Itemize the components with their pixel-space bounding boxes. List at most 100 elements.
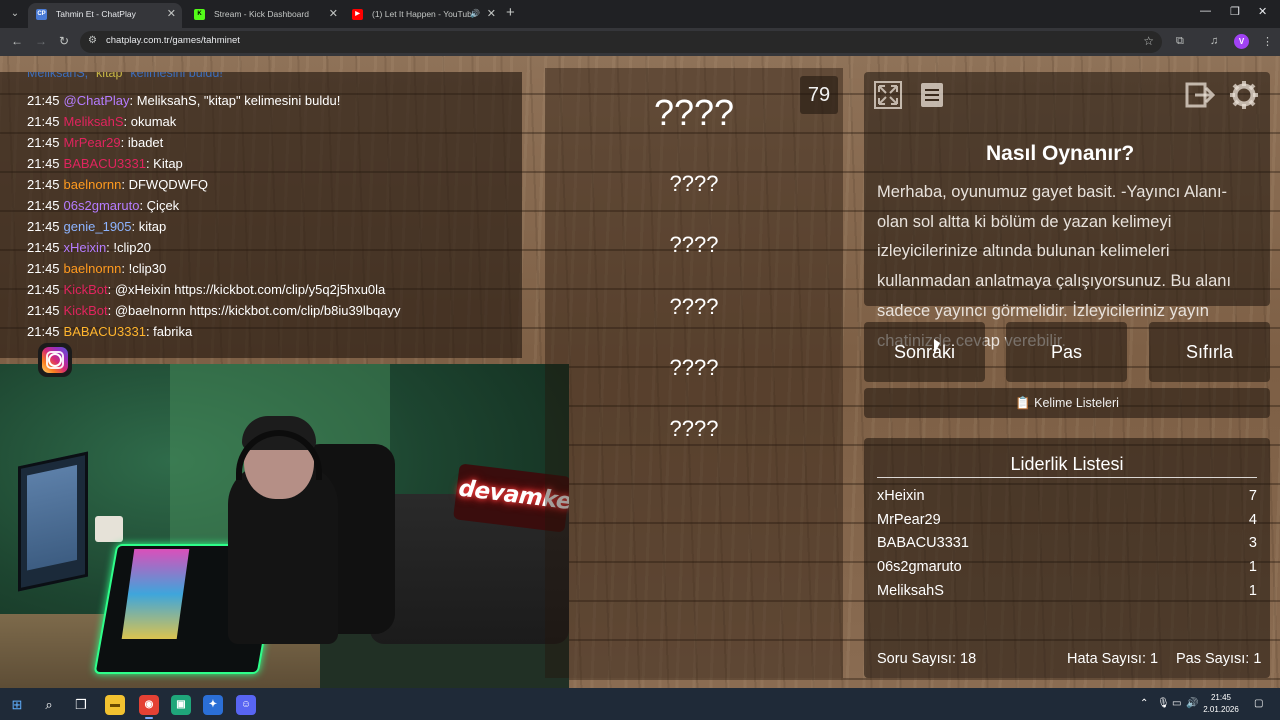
file-explorer-icon[interactable]: ▬ [105, 695, 125, 715]
chat-text: : @xHeixin https://kickbot.com/clip/y5q2… [107, 282, 386, 297]
word-lists-button[interactable]: 📋 Kelime Listeleri [864, 388, 1270, 418]
chat-timestamp: 21:45 [27, 324, 60, 339]
chat-message: 21:45 BABACU3331: fabrika [27, 321, 400, 342]
task-view-icon[interactable]: ❒ [72, 696, 90, 714]
player-name: BABACU3331 [877, 535, 969, 551]
leaderboard-title: Liderlik Listesi [1010, 454, 1124, 474]
forbidden-word: ???? [669, 294, 719, 319]
next-button[interactable]: Sonraki [864, 322, 985, 382]
back-icon[interactable]: ← [11, 34, 23, 48]
instagram-icon [38, 343, 72, 377]
chat-text: : Kitap [145, 156, 183, 171]
chat-text: : kitap [131, 219, 167, 234]
pass-count: Pas Sayısı: 1 [1176, 651, 1262, 667]
restore-icon[interactable]: ❐ [1230, 5, 1240, 18]
player-score: 1 [1248, 583, 1257, 599]
profile-avatar[interactable]: V [1234, 34, 1249, 49]
settings-gear-icon[interactable] [1229, 80, 1259, 110]
chat-username[interactable]: genie_1905 [64, 219, 132, 234]
chat-username[interactable]: KickBot [64, 282, 108, 297]
system-clock[interactable]: 21:45 2.01.2026 [1196, 692, 1246, 716]
clock-time: 21:45 [1210, 693, 1232, 702]
minimize-icon[interactable]: — [1200, 5, 1211, 17]
chat-username[interactable]: BABACU3331 [64, 156, 146, 171]
audio-playing-icon[interactable]: 🔊 [470, 3, 480, 25]
how-to-play-title: Nasıl Oynanır? [986, 142, 1135, 165]
chat-timestamp: 21:45 [27, 114, 60, 129]
chat-timestamp: 21:45 [27, 219, 60, 234]
player-score: 3 [1248, 535, 1257, 551]
exit-icon[interactable] [1185, 80, 1215, 110]
chat-username[interactable]: xHeixin [64, 240, 107, 255]
chat-text: : @baelnornn https://kickbot.com/clip/b8… [107, 303, 401, 318]
chat-timestamp: 21:45 [27, 303, 60, 318]
leaderboard-row: 06s2gmaruto 1 [877, 559, 1257, 579]
url-text: chatplay.com.tr/games/tahminet [106, 35, 240, 46]
windows-taskbar: ⊞ ⌕ ❒ ▬ ◉ ▣ ✦ ☺ ⌃ 🎙 ▭ 🔊 21:45 2.01.2026 … [0, 688, 1280, 720]
discord-icon[interactable]: ☺ [236, 695, 256, 715]
chat-username[interactable]: MrPear29 [64, 135, 121, 150]
new-tab-button[interactable]: + [506, 4, 515, 22]
tab-kick-dashboard[interactable]: K Stream - Kick Dashboard ✕ [186, 3, 344, 28]
chat-username[interactable]: KickBot [64, 303, 108, 318]
windows-start-icon[interactable]: ⊞ [8, 696, 26, 714]
chat-text: : fabrika [145, 324, 193, 339]
chat-username[interactable]: @ChatPlay [64, 93, 130, 108]
show-hidden-icons-icon[interactable]: ⌃ [1140, 698, 1148, 709]
chat-timestamp: 21:45 [27, 135, 60, 150]
tab-title: Tahmin Et - ChatPlay [56, 9, 136, 19]
app-icon[interactable]: ▣ [171, 695, 191, 715]
pass-button[interactable]: Pas [1006, 322, 1127, 382]
chat-text: : okumak [123, 114, 177, 129]
chat-username[interactable]: 06s2gmaruto [64, 198, 140, 213]
forward-icon[interactable]: → [35, 34, 47, 48]
chat-message: 21:45 xHeixin: !clip20 [27, 237, 400, 258]
reset-button[interactable]: Sıfırla [1149, 322, 1270, 382]
tab-chatplay[interactable]: CP Tahmin Et - ChatPlay ✕ [28, 3, 182, 28]
chat-timestamp: 21:45 [27, 198, 60, 213]
chat-timestamp: 21:45 [27, 93, 60, 108]
close-tab-icon[interactable]: ✕ [167, 3, 176, 25]
chat-message: 21:45 @ChatPlay: MeliksahS, "kitap" kelim… [27, 90, 400, 111]
address-bar[interactable]: ⚙ chatplay.com.tr/games/tahminet ☆ [80, 31, 1162, 53]
chat-message: 21:45 KickBot: @xHeixin https://kickbot.c… [27, 279, 400, 300]
close-tab-icon[interactable]: ✕ [487, 3, 496, 25]
menu-kebab-icon[interactable]: ⋮ [1262, 35, 1273, 48]
close-tab-icon[interactable]: ✕ [329, 3, 338, 25]
chat-username[interactable]: MeliksahS [64, 114, 124, 129]
reload-icon[interactable]: ↻ [59, 34, 69, 48]
chrome-icon[interactable]: ◉ [139, 695, 159, 715]
microphone-icon[interactable]: 🎙 [1157, 698, 1170, 709]
tab-title: (1) Let It Happen - YouTube [372, 9, 477, 19]
game-page: MeliksahS, "kitap" kelimesini buldu! 21:… [0, 56, 1280, 688]
chat-username[interactable]: baelnornn [64, 261, 122, 276]
tab-youtube[interactable]: ▶ (1) Let It Happen - YouTube 🔊 ✕ [344, 3, 502, 28]
forbidden-word: ???? [669, 232, 719, 257]
media-controls-icon[interactable]: ♫ [1210, 35, 1218, 47]
chatplay-favicon-icon: CP [36, 9, 47, 20]
chat-message: 21:45 MrPear29: ibadet [27, 132, 400, 153]
player-score: 4 [1248, 512, 1257, 528]
network-icon[interactable]: ▭ [1172, 698, 1181, 709]
chat-text: : !clip30 [121, 261, 167, 276]
close-window-icon[interactable]: ✕ [1258, 5, 1267, 18]
chat-username[interactable]: BABACU3331 [64, 324, 146, 339]
search-icon[interactable]: ⌕ [40, 696, 58, 714]
chat-overlay: MeliksahS, "kitap" kelimesini buldu! 21:… [0, 72, 522, 358]
fullscreen-icon[interactable] [873, 80, 903, 110]
notes-icon[interactable] [917, 80, 947, 110]
clipboard-icon: 📋 [1015, 396, 1031, 410]
app-icon[interactable]: ✦ [203, 695, 223, 715]
notifications-icon[interactable]: ▢ [1254, 698, 1263, 709]
tab-search-icon[interactable]: ⌄ [6, 5, 24, 23]
player-score: 1 [1248, 559, 1257, 575]
monitor [18, 451, 88, 592]
chat-message: 21:45 genie_1905: kitap [27, 216, 400, 237]
bookmark-star-icon[interactable]: ☆ [1143, 34, 1154, 48]
site-info-icon[interactable]: ⚙ [88, 35, 97, 46]
extensions-icon[interactable]: ⧉ [1176, 35, 1184, 48]
chat-message: 21:45 06s2gmaruto: Çiçek [27, 195, 400, 216]
player-name: xHeixin [877, 488, 925, 504]
chat-username[interactable]: baelnornn [64, 177, 122, 192]
chat-message: 21:45 baelnornn: DFWQDWFQ [27, 174, 400, 195]
